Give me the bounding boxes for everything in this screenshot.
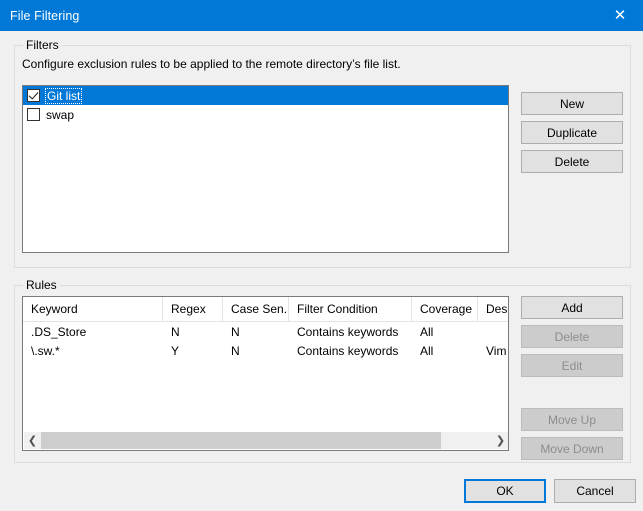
column-header[interactable]: Regex	[163, 297, 223, 321]
filter-list-item[interactable]: Git list	[23, 86, 508, 105]
title-bar: File Filtering ✕	[0, 0, 643, 31]
new-filter-button[interactable]: New	[521, 92, 623, 115]
delete-rule-button: Delete	[521, 325, 623, 348]
column-header[interactable]: Descrip	[478, 297, 509, 321]
ok-button[interactable]: OK	[464, 479, 546, 503]
table-cell: N	[223, 325, 289, 339]
scrollbar-track[interactable]	[41, 432, 492, 449]
table-cell: \.sw.*	[23, 344, 163, 358]
filter-list-item[interactable]: swap	[23, 105, 508, 124]
table-cell: N	[163, 325, 223, 339]
table-cell: Contains keywords	[289, 325, 412, 339]
column-header[interactable]: Coverage	[412, 297, 478, 321]
filter-item-label: swap	[46, 108, 74, 122]
filter-item-label: Git list	[46, 89, 81, 103]
filters-list[interactable]: Git list swap	[22, 85, 509, 253]
column-header[interactable]: Filter Condition	[289, 297, 412, 321]
rules-table[interactable]: KeywordRegexCase Sen...Filter ConditionC…	[22, 296, 509, 451]
move-down-button: Move Down	[521, 437, 623, 460]
cancel-button[interactable]: Cancel	[554, 479, 636, 503]
checkbox-checked-icon[interactable]	[27, 89, 40, 102]
scroll-left-icon[interactable]: ❮	[24, 432, 41, 449]
table-cell: .DS_Store	[23, 325, 163, 339]
table-row[interactable]: \.sw.*YNContains keywordsAllVim sw	[23, 341, 509, 360]
rules-horizontal-scrollbar[interactable]: ❮ ❯	[24, 432, 509, 449]
move-up-button: Move Up	[521, 408, 623, 431]
filters-description: Configure exclusion rules to be applied …	[22, 57, 401, 71]
close-icon[interactable]: ✕	[597, 0, 643, 31]
add-rule-button[interactable]: Add	[521, 296, 623, 319]
rules-table-header: KeywordRegexCase Sen...Filter ConditionC…	[23, 297, 509, 322]
table-cell: N	[223, 344, 289, 358]
duplicate-filter-button[interactable]: Duplicate	[521, 121, 623, 144]
filters-group-title: Filters	[23, 38, 62, 52]
rules-group-title: Rules	[23, 278, 60, 292]
column-header[interactable]: Keyword	[23, 297, 163, 321]
table-cell: All	[412, 325, 478, 339]
edit-rule-button: Edit	[521, 354, 623, 377]
table-cell: Y	[163, 344, 223, 358]
scroll-right-icon[interactable]: ❯	[492, 432, 509, 449]
column-header[interactable]: Case Sen...	[223, 297, 289, 321]
table-row[interactable]: .DS_StoreNNContains keywordsAll	[23, 322, 509, 341]
window-title: File Filtering	[10, 9, 79, 23]
delete-filter-button[interactable]: Delete	[521, 150, 623, 173]
table-cell: Contains keywords	[289, 344, 412, 358]
scrollbar-thumb[interactable]	[41, 432, 441, 449]
table-cell: Vim sw	[478, 344, 509, 358]
table-cell: All	[412, 344, 478, 358]
checkbox-unchecked-icon[interactable]	[27, 108, 40, 121]
